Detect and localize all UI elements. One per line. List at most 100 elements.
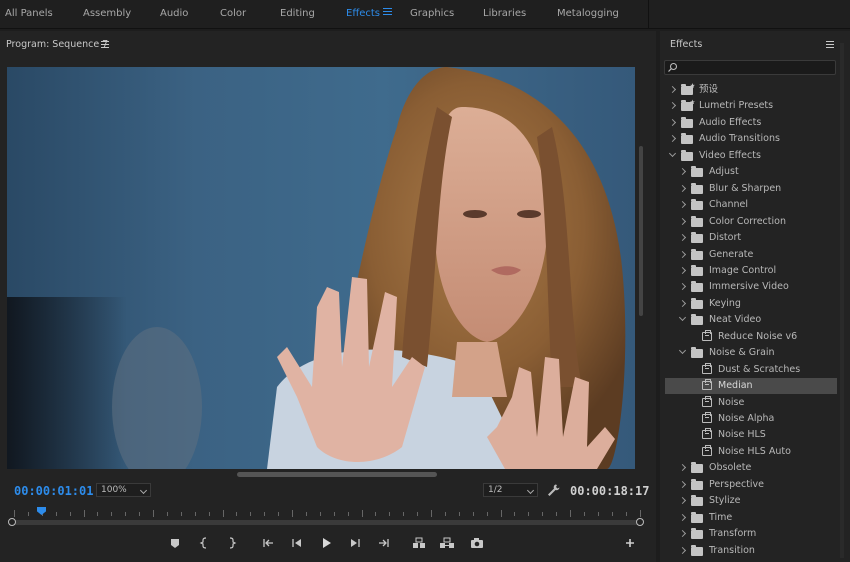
- lift-icon[interactable]: [411, 535, 427, 551]
- effects-tree-item-noise[interactable]: Noise: [665, 395, 837, 411]
- program-panel-menu-icon[interactable]: [101, 41, 109, 48]
- effects-tree-item-transform[interactable]: Transform: [665, 526, 837, 542]
- chevron-right-icon[interactable]: [678, 217, 687, 225]
- effects-tree-item-noise-hls[interactable]: Noise HLS: [665, 427, 837, 443]
- effects-tree-item-image-control[interactable]: Image Control: [665, 263, 837, 279]
- effects-tree-item-noise-alpha[interactable]: Noise Alpha: [665, 411, 837, 427]
- chevron-right-icon[interactable]: [678, 234, 687, 242]
- effects-tree-item-transition[interactable]: Transition: [665, 543, 837, 559]
- effects-tree-item-channel[interactable]: Channel: [665, 197, 837, 213]
- step-forward-icon[interactable]: [347, 535, 363, 551]
- effects-tree-item-reduce-noise-v6[interactable]: Reduce Noise v6: [665, 329, 837, 345]
- effects-tree-label: Lumetri Presets: [699, 100, 774, 112]
- chevron-right-icon[interactable]: [678, 283, 687, 291]
- time-ruler[interactable]: [14, 509, 641, 519]
- ruler-tick: [514, 512, 516, 516]
- effects-tree-item-median[interactable]: Median: [665, 378, 837, 395]
- tab-libraries[interactable]: Libraries: [483, 0, 526, 29]
- effects-tree-item-video-effects[interactable]: Video Effects: [665, 148, 837, 164]
- zoom-level-select[interactable]: 100%: [96, 483, 151, 497]
- chevron-right-icon[interactable]: [678, 513, 687, 521]
- play-icon[interactable]: [318, 535, 334, 551]
- effects-scrollbar[interactable]: [840, 43, 844, 558]
- chevron-right-icon[interactable]: [668, 135, 677, 143]
- add-button-icon[interactable]: [622, 535, 638, 551]
- effects-panel-menu-icon[interactable]: [826, 41, 834, 48]
- mark-out-icon[interactable]: [223, 535, 239, 551]
- effects-tree-item-blur-sharpen[interactable]: Blur & Sharpen: [665, 181, 837, 197]
- video-vertical-scrollbar[interactable]: [639, 146, 643, 316]
- effects-tree-label: Audio Effects: [699, 116, 762, 128]
- add-marker-icon[interactable]: [167, 535, 183, 551]
- effects-tree-item-stylize[interactable]: Stylize: [665, 493, 837, 509]
- extract-icon[interactable]: [439, 535, 455, 551]
- playback-resolution-select[interactable]: 1/2: [483, 483, 538, 497]
- chevron-right-icon[interactable]: [668, 102, 677, 110]
- chevron-down-icon[interactable]: [678, 314, 687, 322]
- step-back-icon[interactable]: [289, 535, 305, 551]
- chevron-right-icon[interactable]: [678, 299, 687, 307]
- export-frame-icon[interactable]: [469, 535, 485, 551]
- timeline-zoom-bar[interactable]: [13, 520, 640, 525]
- tab-all-panels[interactable]: All Panels: [5, 0, 53, 29]
- chevron-right-icon[interactable]: [678, 201, 687, 209]
- tab-metalogging[interactable]: Metalogging: [557, 0, 619, 29]
- video-horizontal-scrollbar[interactable]: [237, 472, 437, 477]
- effects-tree-label: Channel: [709, 199, 749, 211]
- effects-tree-item-keying[interactable]: Keying: [665, 296, 837, 312]
- effects-search-input[interactable]: [664, 60, 836, 75]
- chevron-right-icon[interactable]: [678, 464, 687, 472]
- chevron-right-icon[interactable]: [678, 546, 687, 554]
- tab-graphics[interactable]: Graphics: [410, 0, 454, 29]
- effects-tree-item-obsolete[interactable]: Obsolete: [665, 460, 837, 476]
- chevron-right-icon[interactable]: [678, 530, 687, 538]
- chevron-right-icon[interactable]: [678, 480, 687, 488]
- chevron-down-icon[interactable]: [668, 149, 677, 157]
- effects-tree-item-color-correction[interactable]: Color Correction: [665, 214, 837, 230]
- effects-panel-title[interactable]: Effects: [670, 39, 702, 50]
- settings-wrench-icon[interactable]: [546, 483, 560, 497]
- chevron-right-icon[interactable]: [678, 250, 687, 258]
- folder-icon: [691, 215, 703, 227]
- chevron-right-icon[interactable]: [678, 184, 687, 192]
- tab-editing[interactable]: Editing: [280, 0, 315, 29]
- ruler-tick: [597, 512, 599, 516]
- effects-tree-item-lumetri-presets[interactable]: Lumetri Presets: [665, 98, 837, 114]
- effects-tree-item-noise-hls-auto[interactable]: Noise HLS Auto: [665, 444, 837, 460]
- effects-tree-item-adjust[interactable]: Adjust: [665, 164, 837, 180]
- effects-tree-item-audio-effects[interactable]: Audio Effects: [665, 115, 837, 131]
- current-timecode[interactable]: 00:00:01:01: [14, 484, 93, 498]
- program-monitor-title[interactable]: Program: Sequence 7: [6, 39, 108, 50]
- go-to-in-icon[interactable]: [261, 535, 277, 551]
- effects-tab-menu-icon[interactable]: [383, 8, 392, 17]
- chevron-right-icon[interactable]: [678, 266, 687, 274]
- chevron-right-icon[interactable]: [668, 85, 677, 94]
- tab-color[interactable]: Color: [220, 0, 246, 29]
- tab-assembly[interactable]: Assembly: [83, 0, 131, 29]
- tab-audio[interactable]: Audio: [160, 0, 188, 29]
- effects-tree-item-perspective[interactable]: Perspective: [665, 477, 837, 493]
- playback-resolution-value: 1/2: [488, 485, 503, 495]
- go-to-out-icon[interactable]: [375, 535, 391, 551]
- video-frame[interactable]: [7, 67, 635, 469]
- zoom-bar-right-handle[interactable]: [636, 518, 644, 526]
- effects-tree-item-item-0[interactable]: 预设: [665, 82, 837, 98]
- chevron-right-icon[interactable]: [678, 168, 687, 176]
- effects-tree-label: Stylize: [709, 495, 741, 507]
- effects-tree-item-distort[interactable]: Distort: [665, 230, 837, 246]
- effects-tree-item-time[interactable]: Time: [665, 510, 837, 526]
- effects-tree-item-immersive-video[interactable]: Immersive Video: [665, 279, 837, 295]
- tab-effects[interactable]: Effects: [346, 0, 380, 29]
- chevron-right-icon[interactable]: [678, 497, 687, 505]
- chevron-down-icon[interactable]: [678, 347, 687, 355]
- effects-tree-item-generate[interactable]: Generate: [665, 247, 837, 263]
- chevron-right-icon[interactable]: [668, 118, 677, 126]
- effects-tree-item-dust-scratches[interactable]: Dust & Scratches: [665, 362, 837, 378]
- effects-tree-item-neat-video[interactable]: Neat Video: [665, 312, 837, 328]
- effects-tree-item-noise-grain[interactable]: Noise & Grain: [665, 345, 837, 361]
- mark-in-icon[interactable]: [197, 535, 213, 551]
- effects-tree-item-audio-transitions[interactable]: Audio Transitions: [665, 131, 837, 147]
- ruler-tick: [472, 512, 474, 516]
- zoom-bar-left-handle[interactable]: [8, 518, 16, 526]
- ruler-tick: [403, 512, 405, 516]
